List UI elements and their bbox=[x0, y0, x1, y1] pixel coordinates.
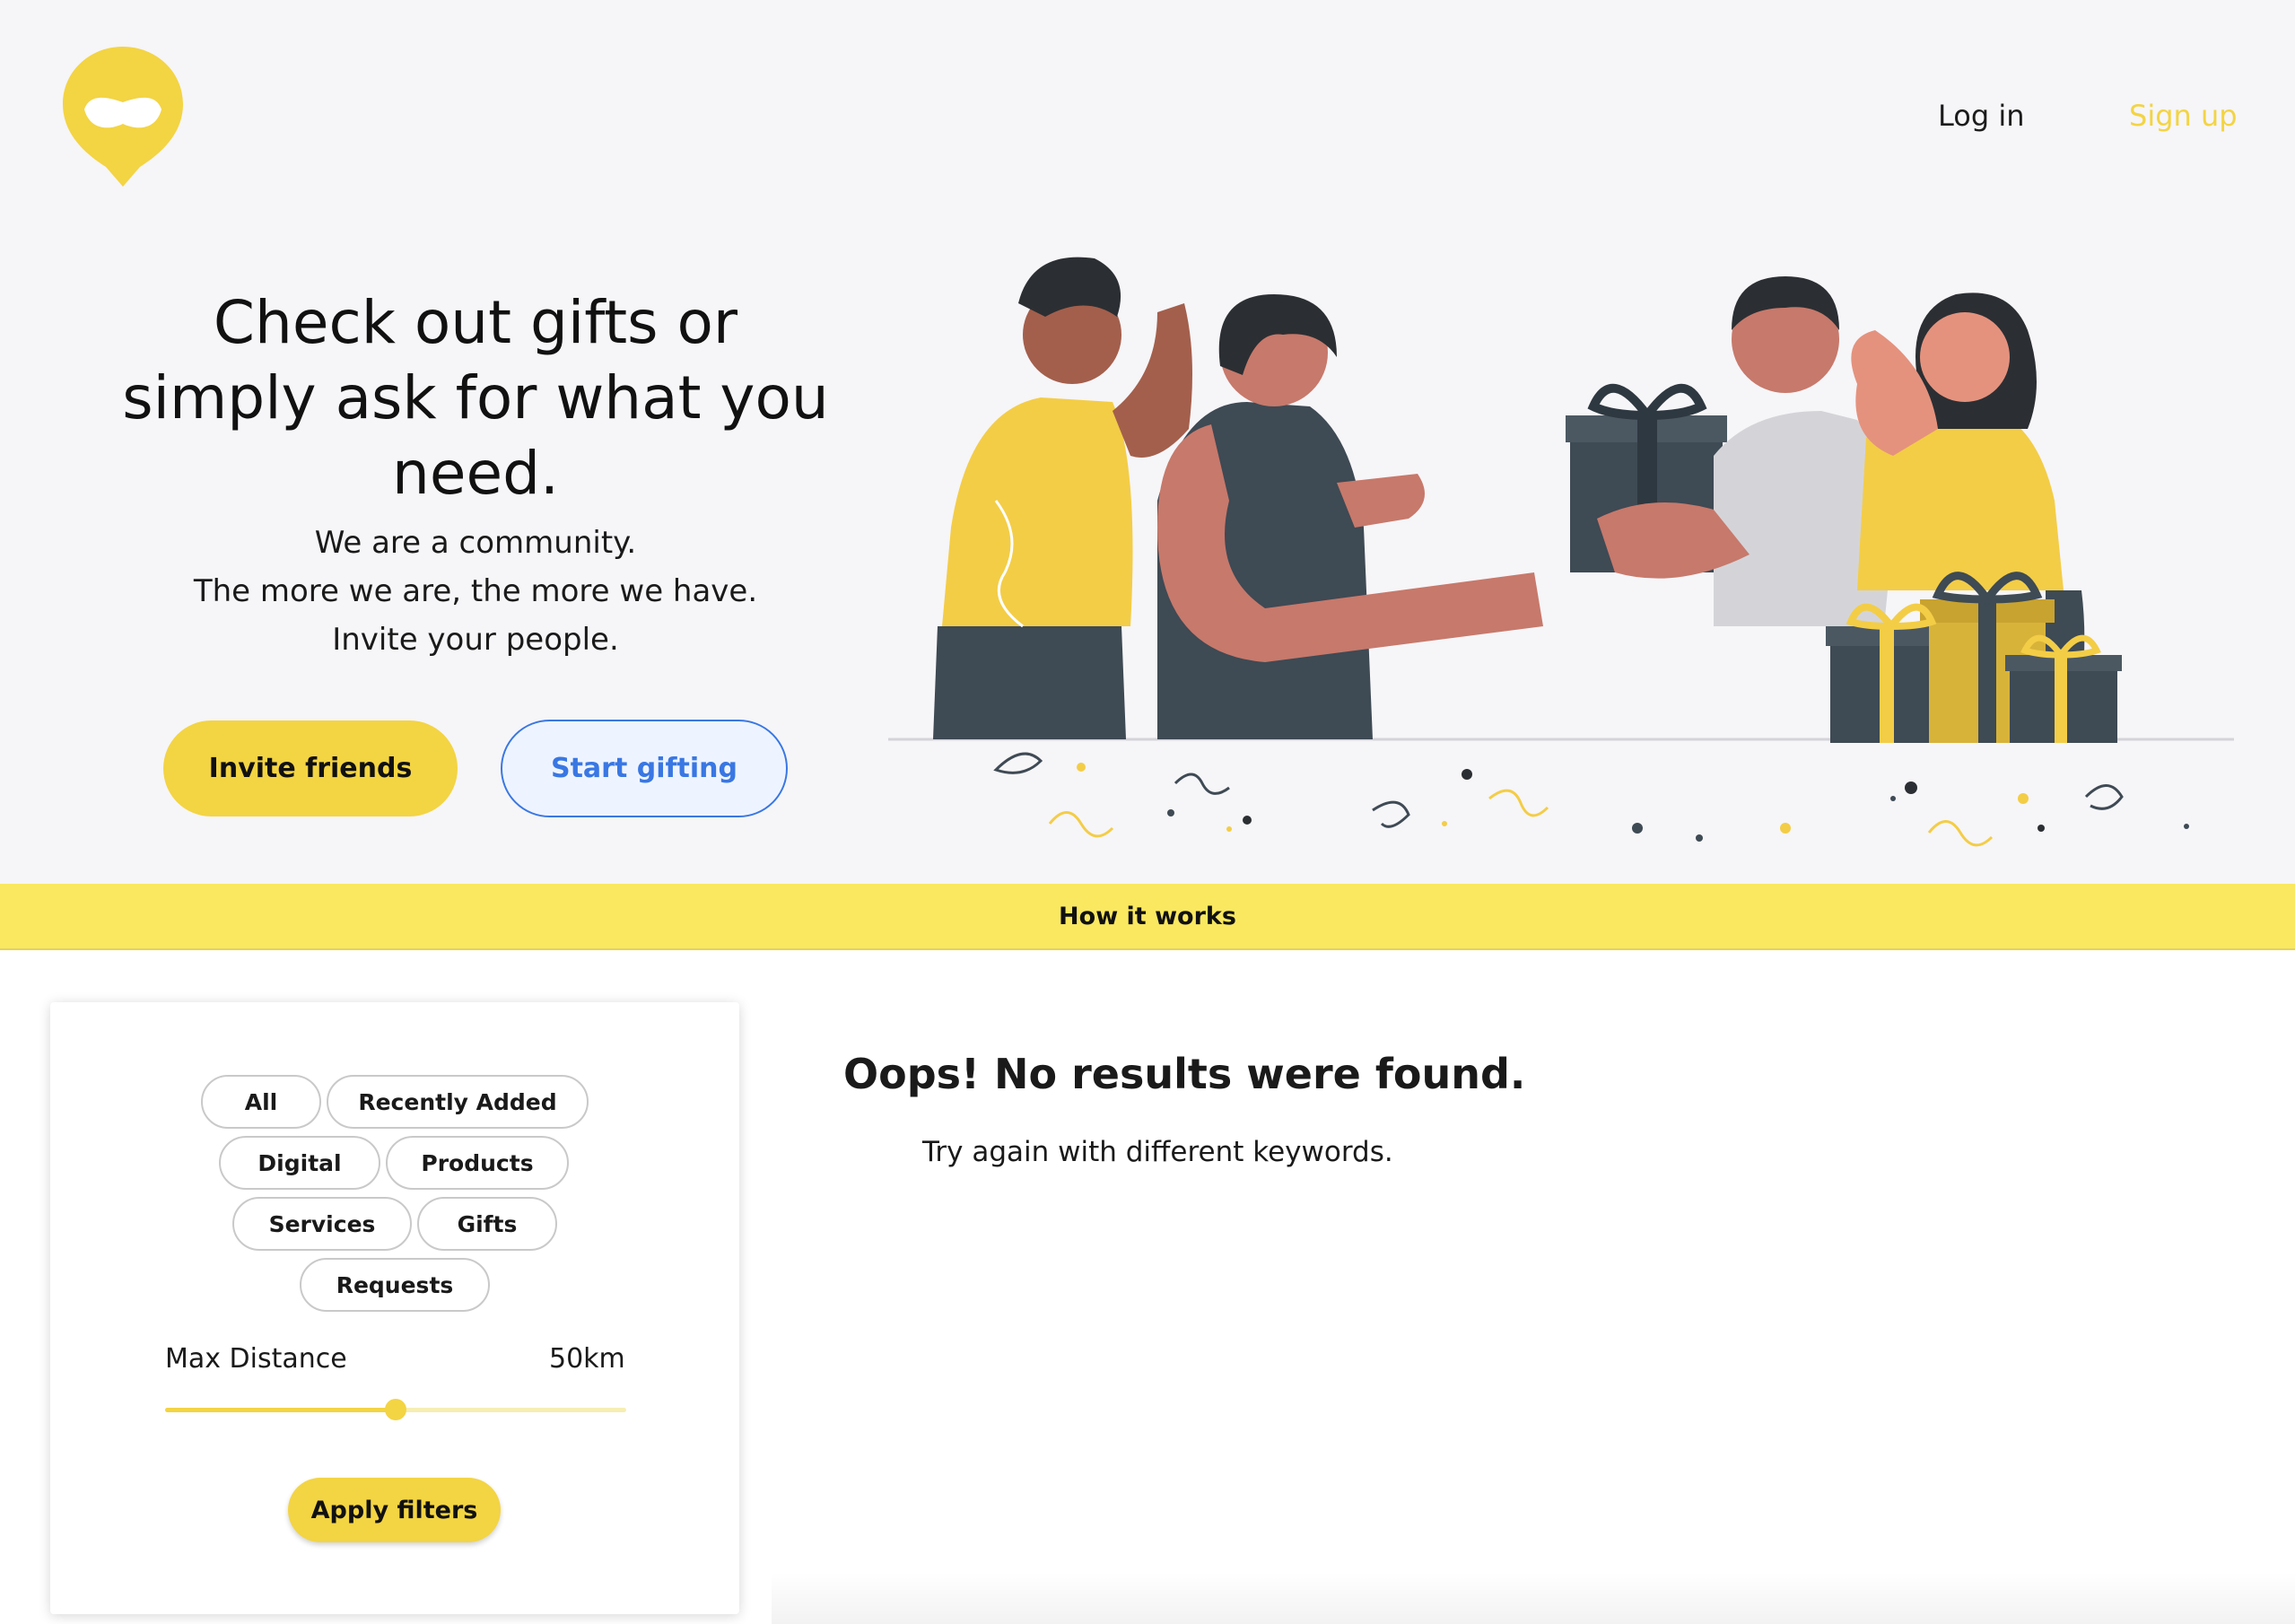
headline-line: simply ask for what you need. bbox=[122, 363, 829, 508]
gift-exchange-illustration bbox=[888, 257, 2234, 847]
login-link[interactable]: Log in bbox=[1938, 93, 2025, 138]
bottom-shadow bbox=[772, 1572, 2295, 1624]
hero-tagline: We are a community. The more we are, the… bbox=[117, 519, 834, 664]
filter-chip-all[interactable]: All bbox=[201, 1075, 321, 1129]
filter-chip-gifts[interactable]: Gifts bbox=[417, 1197, 557, 1251]
tagline-line: We are a community. bbox=[314, 525, 637, 561]
filter-chip-digital[interactable]: Digital bbox=[219, 1136, 380, 1190]
max-distance-value: 50km bbox=[549, 1343, 625, 1375]
max-distance-label: Max Distance bbox=[165, 1343, 347, 1375]
apply-filters-button[interactable]: Apply filters bbox=[288, 1478, 501, 1542]
filter-chip-services[interactable]: Services bbox=[232, 1197, 412, 1251]
filter-chip-products[interactable]: Products bbox=[386, 1136, 569, 1190]
hero-section: Log in Sign up Check out gifts or simply… bbox=[0, 0, 2295, 884]
invite-friends-button[interactable]: Invite friends bbox=[163, 720, 458, 816]
filter-panel: All Recently Added Digital Products Serv… bbox=[50, 1002, 739, 1614]
how-it-works-bar[interactable]: How it works bbox=[0, 884, 2295, 950]
hero-headline: Check out gifts or simply ask for what y… bbox=[36, 285, 915, 511]
tagline-line: Invite your people. bbox=[332, 622, 619, 658]
distance-slider[interactable] bbox=[165, 1399, 626, 1420]
tagline-line: The more we are, the more we have. bbox=[193, 573, 758, 609]
no-results-subtitle: Try again with different keywords. bbox=[922, 1136, 1393, 1168]
headline-line: Check out gifts or bbox=[213, 288, 738, 357]
no-results-title: Oops! No results were found. bbox=[843, 1050, 1526, 1098]
distance-slider-thumb[interactable] bbox=[385, 1399, 406, 1420]
distance-slider-fill bbox=[165, 1408, 396, 1412]
filter-chip-recently-added[interactable]: Recently Added bbox=[327, 1075, 589, 1129]
logo-icon[interactable] bbox=[63, 47, 183, 187]
signup-link[interactable]: Sign up bbox=[2129, 93, 2238, 138]
filter-chip-requests[interactable]: Requests bbox=[300, 1258, 490, 1312]
start-gifting-button[interactable]: Start gifting bbox=[501, 720, 788, 817]
